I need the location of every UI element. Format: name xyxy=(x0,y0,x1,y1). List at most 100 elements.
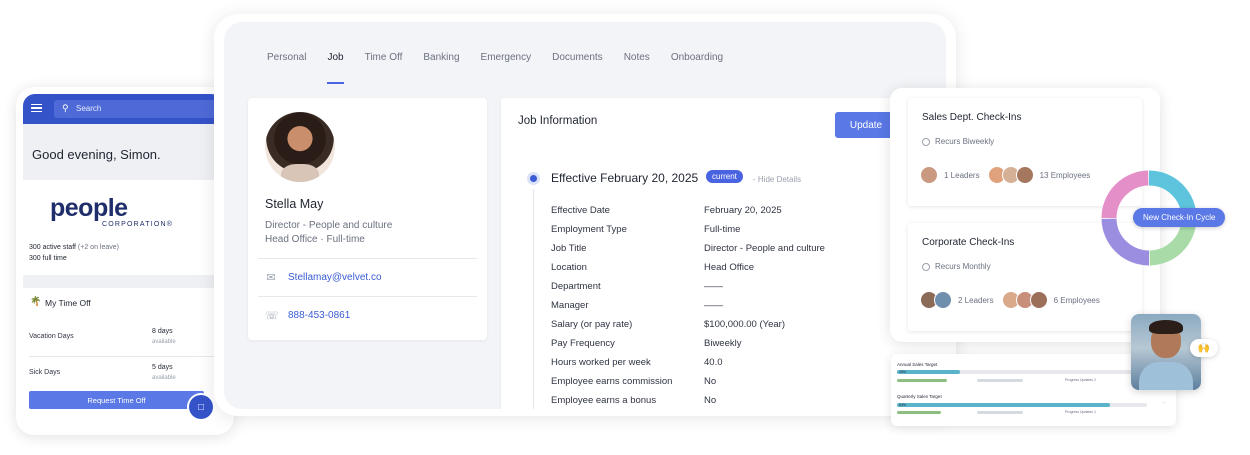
leave-label: Vacation Days xyxy=(29,333,74,340)
tab-notes[interactable]: Notes xyxy=(624,52,650,82)
avatar xyxy=(265,112,335,182)
greeting-text: Good evening, Simon. xyxy=(32,147,161,162)
employees-count: 6 Employees xyxy=(1053,295,1100,305)
target-title: Quarterly Sales Target xyxy=(897,394,942,399)
target-status-bar xyxy=(977,379,1023,382)
more-options-icon[interactable]: ··· xyxy=(1163,401,1167,405)
tab-personal[interactable]: Personal xyxy=(267,52,306,82)
palm-tree-icon: 🌴 xyxy=(30,296,42,306)
check-in-title: Corporate Check-Ins xyxy=(922,237,1015,248)
field-label: Location xyxy=(551,262,587,273)
mobile-screen: ⚲ Search Good evening, Simon. people COR… xyxy=(23,94,223,425)
field-value: No xyxy=(704,376,717,387)
job-field-row: Location Head Office xyxy=(551,262,911,276)
avatar xyxy=(934,291,952,309)
search-placeholder: Search xyxy=(76,104,102,113)
employees-count: 13 Employees xyxy=(1039,170,1091,180)
tab-emergency[interactable]: Emergency xyxy=(481,52,532,82)
leave-available-note: available xyxy=(152,339,176,345)
timeline-dot xyxy=(530,175,537,182)
check-in-recurrence: Recurs Monthly xyxy=(922,262,991,271)
divider xyxy=(258,296,477,297)
tab-documents[interactable]: Documents xyxy=(552,52,603,82)
tab-time-off[interactable]: Time Off xyxy=(365,52,403,82)
job-field-row: Department —— xyxy=(551,281,911,295)
clock-icon xyxy=(922,262,930,271)
field-value: Head Office xyxy=(704,262,754,273)
request-time-off-button[interactable]: Request Time Off xyxy=(29,391,204,409)
field-value: No xyxy=(704,395,717,406)
profile-tabs: Personal Job Time Off Banking Emergency … xyxy=(267,52,723,84)
mobile-search-input[interactable]: ⚲ Search xyxy=(54,100,218,118)
new-check-in-cycle-button[interactable]: New Check-In Cycle xyxy=(1133,208,1226,227)
target-status-bar xyxy=(897,379,947,382)
mobile-app-frame: ⚲ Search Good evening, Simon. people COR… xyxy=(16,87,234,435)
field-label: Pay Frequency xyxy=(551,338,615,349)
leave-days: 8 days xyxy=(152,328,173,335)
field-value: February 20, 2025 xyxy=(704,205,782,216)
divider xyxy=(258,258,477,259)
field-value: Biweekly xyxy=(704,338,742,349)
phone-icon: ☏ xyxy=(265,310,279,322)
field-label: Employee earns commission xyxy=(551,376,673,387)
field-value: 40.0 xyxy=(704,357,723,368)
person-hair xyxy=(1149,320,1183,334)
timeline-line xyxy=(533,189,534,409)
email-link[interactable]: Stellamay@velvet.co xyxy=(288,272,382,283)
field-value: Director - People and culture xyxy=(704,243,825,254)
hide-details-link[interactable]: - Hide Details xyxy=(753,175,801,184)
job-field-row: Pay Frequency Biweekly xyxy=(551,338,911,352)
recurrence-text: Recurs Monthly xyxy=(935,262,991,271)
employee-role: Director - People and culture xyxy=(265,220,393,231)
search-icon: ⚲ xyxy=(62,103,69,113)
field-value: —— xyxy=(704,300,723,311)
update-button[interactable]: Update xyxy=(835,112,897,138)
hamburger-menu-icon[interactable] xyxy=(31,104,42,112)
phone-link[interactable]: 888-453-0861 xyxy=(288,310,350,321)
job-information-title: Job Information xyxy=(518,115,598,127)
field-label: Effective Date xyxy=(551,205,610,216)
job-field-row: Effective Date February 20, 2025 xyxy=(551,205,911,219)
job-field-row: Hours worked per week 40.0 xyxy=(551,357,911,371)
email-row: ✉ Stellamay@velvet.co xyxy=(265,271,382,284)
on-leave-count: (+2 on leave) xyxy=(77,244,119,251)
active-staff-line: 300 active staff (+2 on leave) xyxy=(29,244,119,251)
check-in-recurrence: Recurs Biweekly xyxy=(922,137,994,146)
target-progress-bar: 25% xyxy=(897,370,1147,374)
tab-banking[interactable]: Banking xyxy=(423,52,459,82)
target-status-bar xyxy=(977,411,1023,414)
leave-label: Sick Days xyxy=(29,369,61,376)
tab-job[interactable]: Job xyxy=(327,52,344,84)
active-staff-count: 300 active staff xyxy=(29,244,76,251)
target-progress-fill xyxy=(897,403,1110,407)
field-label: Job Title xyxy=(551,243,587,254)
recurrence-text: Recurs Biweekly xyxy=(935,137,995,146)
company-card: people CORPORATION® 300 active staff (+2… xyxy=(23,180,223,275)
tab-onboarding[interactable]: Onboarding xyxy=(671,52,723,82)
clapping-hands-icon: 🙌 xyxy=(1190,339,1218,357)
progress-updates[interactable]: Progress Updates 2 xyxy=(1065,378,1096,382)
target-progress-fill xyxy=(897,370,960,374)
field-value: $100,000.00 (Year) xyxy=(704,319,785,330)
target-progress-label: 64% xyxy=(899,403,907,407)
employee-profile-screen: Personal Job Time Off Banking Emergency … xyxy=(224,22,946,409)
clock-icon xyxy=(922,137,930,146)
field-value: —— xyxy=(704,281,723,292)
field-label: Department xyxy=(551,281,601,292)
field-label: Hours worked per week xyxy=(551,357,651,368)
chat-icon[interactable]: □ xyxy=(189,395,213,419)
leaders-count: 1 Leaders xyxy=(944,170,980,180)
time-off-title: My Time Off xyxy=(45,298,91,308)
mail-icon: ✉ xyxy=(266,272,276,284)
avatar xyxy=(920,166,938,184)
employee-office: Head Office · Full-time xyxy=(265,234,365,245)
job-field-row: Salary (or pay rate) $100,000.00 (Year) xyxy=(551,319,911,333)
job-field-row: Job Title Director - People and culture xyxy=(551,243,911,257)
job-field-row: Manager —— xyxy=(551,300,911,314)
check-in-participants: 1 Leaders 13 Employees xyxy=(920,166,1102,184)
target-title: Annual Sales Target xyxy=(897,362,938,367)
field-label: Employee earns a bonus xyxy=(551,395,657,406)
company-logo-sub: CORPORATION® xyxy=(102,221,174,228)
target-progress-label: 25% xyxy=(899,370,907,374)
progress-updates[interactable]: Progress Updates 1 xyxy=(1065,410,1096,414)
